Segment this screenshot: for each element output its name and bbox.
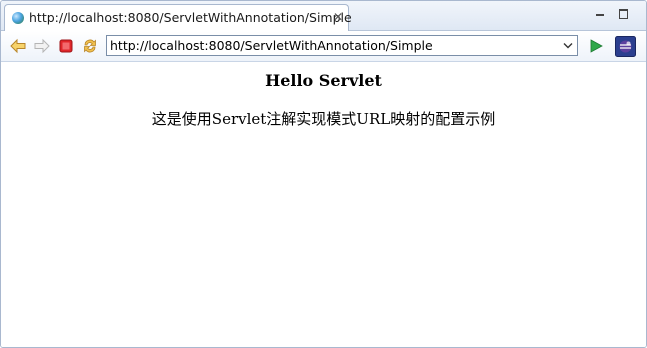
close-tab-icon[interactable]: ✕ <box>332 10 344 24</box>
maximize-icon[interactable] <box>617 7 631 21</box>
minimize-icon[interactable] <box>593 7 607 21</box>
stop-icon[interactable] <box>57 37 75 55</box>
page-content: Hello Servlet 这是使用Servlet注解实现模式URL映射的配置示… <box>1 62 646 347</box>
back-arrow-icon[interactable] <box>9 37 27 55</box>
browser-window: http://localhost:8080/ServletWithAnnotat… <box>0 0 647 348</box>
address-bar[interactable]: http://localhost:8080/ServletWithAnnotat… <box>106 35 578 56</box>
globe-icon <box>12 12 24 24</box>
chevron-down-icon[interactable] <box>561 38 575 53</box>
browser-tab[interactable]: http://localhost:8080/ServletWithAnnotat… <box>4 4 352 31</box>
tab-bar: http://localhost:8080/ServletWithAnnotat… <box>1 1 646 31</box>
forward-arrow-icon[interactable] <box>33 37 51 55</box>
tab-title: http://localhost:8080/ServletWithAnnotat… <box>29 10 352 25</box>
page-text: 这是使用Servlet注解实现模式URL映射的配置示例 <box>151 110 496 128</box>
eclipse-icon[interactable] <box>615 36 636 57</box>
address-input[interactable]: http://localhost:8080/ServletWithAnnotat… <box>110 38 433 53</box>
page-heading: Hello Servlet <box>265 71 382 90</box>
go-arrow-icon[interactable] <box>587 37 605 55</box>
browser-toolbar: http://localhost:8080/ServletWithAnnotat… <box>1 31 646 62</box>
refresh-icon[interactable] <box>81 37 99 55</box>
